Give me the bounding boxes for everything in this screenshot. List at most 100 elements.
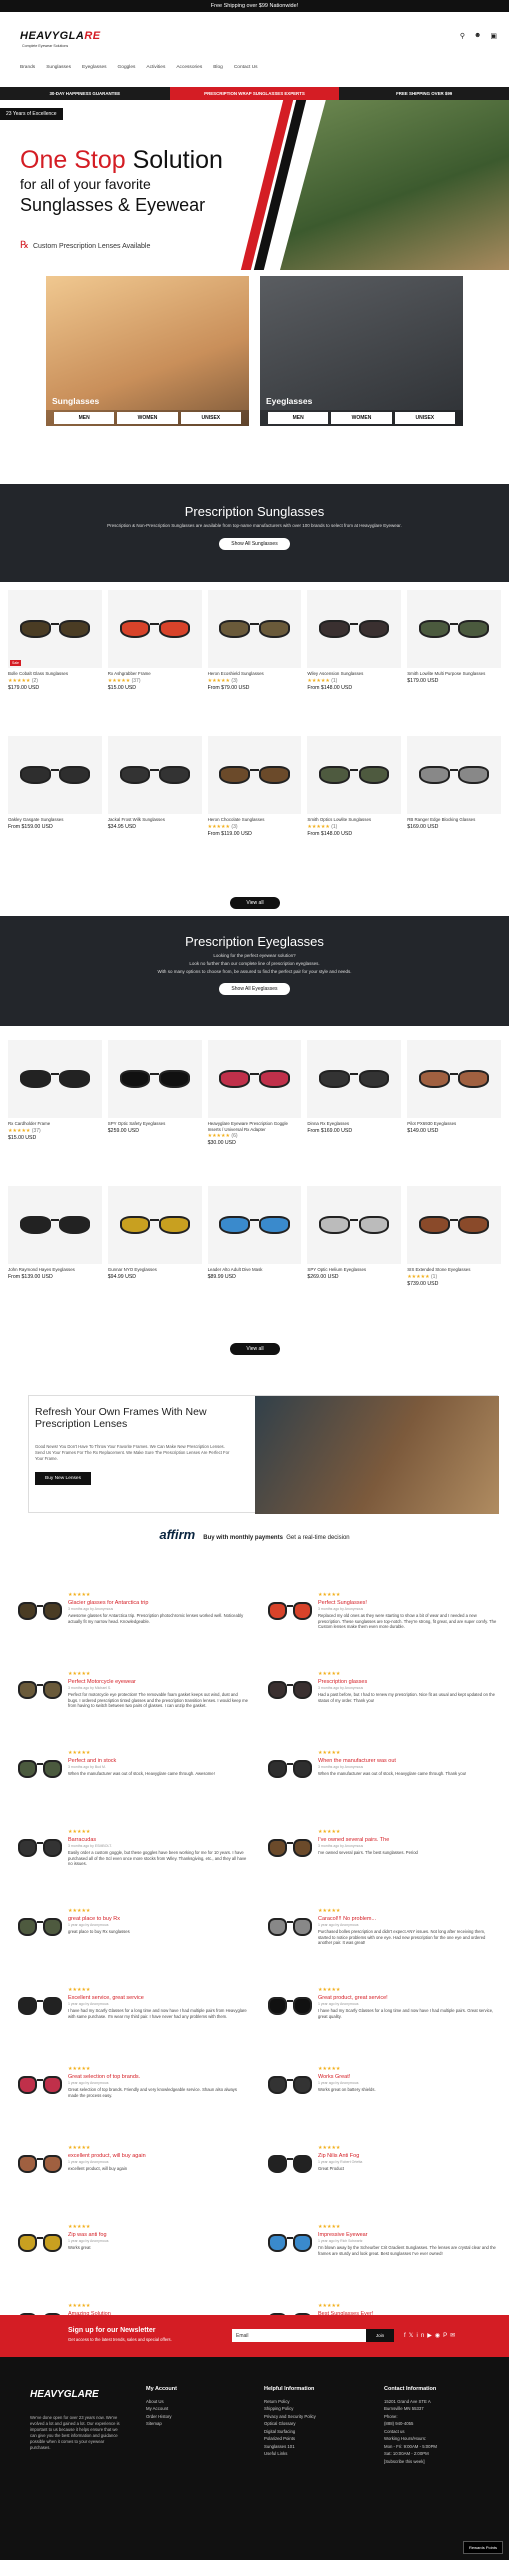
buy-new-lenses-button[interactable]: Buy New Lenses	[35, 1472, 91, 1485]
product-card[interactable]: Wiley Ascension Sunglasses ★★★★★ (1) From …	[307, 590, 402, 730]
review-product-thumb[interactable]	[268, 2232, 312, 2254]
product-card[interactable]: Smith Lowlite Multi Purpose Sunglasses $1…	[407, 590, 501, 730]
hero-banner[interactable]: 23 Years of Excellence One Stop Solution…	[0, 100, 509, 270]
nav-blog[interactable]: Blog	[213, 65, 223, 70]
nav-goggles[interactable]: Goggles	[118, 65, 136, 70]
tile-eyeglasses[interactable]: Eyeglasses MEN WOMEN UNISEX	[260, 276, 463, 426]
contact-line[interactable]: [Subscribe this week]	[384, 2458, 437, 2466]
tile-unisex-button[interactable]: UNISEX	[180, 412, 241, 424]
product-name[interactable]: John Raymond Hayes Eyeglasses	[8, 1267, 102, 1273]
product-image[interactable]	[8, 736, 102, 814]
show-all-eyeglasses-button[interactable]: Show All Eyeglasses	[219, 983, 290, 996]
product-card[interactable]: Leader Alto Adult Dive Mask $89.99 USD	[207, 1186, 302, 1326]
nav-sunglasses[interactable]: Sunglasses	[46, 65, 71, 70]
nav-contact[interactable]: Contact Us	[234, 65, 258, 70]
email-input[interactable]: Email	[232, 2329, 376, 2342]
product-card[interactable]: Heavyglare Eyeware Prescription Goggle I…	[207, 1040, 302, 1180]
product-card[interactable]: Heron Ecoshield Sunglasses ★★★★★ (3) From …	[207, 590, 302, 730]
footer-link[interactable]: Optical Glossary	[264, 2420, 316, 2428]
product-name[interactable]: Dinna Rx Eyeglasses	[307, 1121, 401, 1127]
footer-link[interactable]: Privacy and Security Policy	[264, 2413, 316, 2421]
footer-link[interactable]: Digital Surfacing	[264, 2428, 316, 2436]
product-card[interactable]: Gunnar NYO Eyeglasses $94.99 USD	[107, 1186, 202, 1326]
youtube-icon[interactable]: ▶	[427, 2333, 435, 2339]
product-image[interactable]	[207, 590, 302, 668]
product-card[interactable]: Heron Chocolate Sunglasses ★★★★★ (3) From …	[207, 736, 302, 876]
product-name[interactable]: SPY Optic Safety Eyeglasses	[108, 1121, 202, 1127]
user-icon[interactable]: ☻	[474, 32, 481, 40]
product-name[interactable]: Heavyglare Eyeware Prescription Goggle I…	[208, 1121, 302, 1132]
review-product-thumb[interactable]	[18, 2074, 62, 2096]
product-image[interactable]	[207, 1040, 302, 1118]
product-card[interactable]: Oakley Gasgate Sunglasses From $159.00 US…	[8, 736, 102, 876]
product-card[interactable]: Rx Cardholder Frame ★★★★★ (37) $15.00 USD	[8, 1040, 102, 1180]
review-product-thumb[interactable]	[268, 1758, 312, 1780]
footer-link[interactable]: Return Policy	[264, 2398, 316, 2406]
review-product-thumb[interactable]	[18, 1916, 62, 1938]
footer-link[interactable]: Sitemap	[146, 2420, 177, 2428]
product-image[interactable]	[107, 1186, 202, 1264]
review-product-thumb[interactable]	[268, 2153, 312, 2175]
rewards-points-button[interactable]: Rewards Points	[462, 2541, 503, 2554]
footer-link[interactable]: Polarized Points	[264, 2435, 316, 2443]
tile-women-button[interactable]: WOMEN	[117, 412, 178, 424]
review-product-thumb[interactable]	[268, 1600, 312, 1622]
product-name[interactable]: Gunnar NYO Eyeglasses	[108, 1267, 202, 1273]
contact-line[interactable]: Contact us	[384, 2428, 437, 2436]
product-name[interactable]: Wiley Ascension Sunglasses	[307, 671, 401, 677]
product-name[interactable]: Heron Chocolate Sunglasses	[208, 817, 302, 823]
product-image[interactable]: Sale	[8, 590, 102, 668]
footer-link[interactable]: Useful Links	[264, 2450, 316, 2458]
product-card[interactable]: SPY Optic Helium Eyeglasses $269.00 USD	[307, 1186, 402, 1326]
product-name[interactable]: Smith Optics Lowlite Sunglasses	[307, 817, 401, 823]
product-image[interactable]	[407, 736, 501, 814]
instagram-icon[interactable]: ◉	[435, 2333, 443, 2339]
footer-link[interactable]: My Account	[146, 2405, 177, 2413]
review-product-thumb[interactable]	[268, 1995, 312, 2017]
product-name[interactable]: SIS Extended Stone Eyeglasses	[407, 1267, 501, 1273]
product-card[interactable]: SPY Optic Safety Eyeglasses $259.00 USD	[107, 1040, 202, 1180]
x-icon[interactable]: 𝕏	[409, 2333, 417, 2339]
review-product-thumb[interactable]	[18, 1758, 62, 1780]
footer-link[interactable]: Shipping Policy	[264, 2405, 316, 2413]
product-card[interactable]: Dinna Rx Eyeglasses From $169.00 USD	[307, 1040, 402, 1180]
product-card[interactable]: Rx Ashgrabber Frame ★★★★★ (37) $15.00 USD	[107, 590, 202, 730]
product-card[interactable]: Pilot PX6930 Eyeglasses $149.00 USD	[407, 1040, 501, 1180]
tile-unisex-button[interactable]: UNISEX	[394, 412, 455, 424]
product-name[interactable]: Rx Cardholder Frame	[8, 1121, 102, 1127]
view-all-sunglasses-button[interactable]: View all	[230, 897, 280, 909]
tile-men-button[interactable]: MEN	[268, 412, 329, 424]
site-logo[interactable]: HEAVYGLARE	[20, 30, 101, 42]
product-name[interactable]: Smith Lowlite Multi Purpose Sunglasses	[407, 671, 501, 677]
nav-eyeglasses[interactable]: Eyeglasses	[82, 65, 107, 70]
product-name[interactable]: RB Ranger Edge Blocking Glasses	[407, 817, 501, 823]
hero-cta[interactable]: ℞ Custom Prescription Lenses Available	[20, 240, 150, 251]
product-image[interactable]	[8, 1186, 102, 1264]
product-image[interactable]	[107, 1040, 202, 1118]
tile-sunglasses[interactable]: Sunglasses MEN WOMEN UNISEX	[46, 276, 249, 426]
product-image[interactable]	[207, 1186, 302, 1264]
review-product-thumb[interactable]	[18, 2232, 62, 2254]
product-card[interactable]: Smith Optics Lowlite Sunglasses ★★★★★ (1)…	[307, 736, 402, 876]
product-name[interactable]: Bolle Cobalt Glass Sunglasses	[8, 671, 102, 677]
nav-accessories[interactable]: Accessories	[176, 65, 202, 70]
product-card[interactable]: John Raymond Hayes Eyeglasses From $139.0…	[8, 1186, 102, 1326]
product-image[interactable]	[407, 1186, 501, 1264]
search-icon[interactable]: ⚲	[460, 32, 465, 40]
review-product-thumb[interactable]	[18, 1679, 62, 1701]
footer-logo[interactable]: HEAVYGLARE	[30, 2389, 99, 2400]
footer-link[interactable]: Sunglasses 101	[264, 2443, 316, 2451]
product-image[interactable]	[407, 1040, 501, 1118]
product-image[interactable]	[307, 1040, 402, 1118]
show-all-sunglasses-button[interactable]: Show All Sunglasses	[219, 537, 290, 550]
footer-link[interactable]: Order History	[146, 2413, 177, 2421]
product-image[interactable]	[207, 736, 302, 814]
product-name[interactable]: Rx Ashgrabber Frame	[108, 671, 202, 677]
tile-men-button[interactable]: MEN	[54, 412, 115, 424]
review-product-thumb[interactable]	[268, 1916, 312, 1938]
product-name[interactable]: Jackal Frost Wilk Sunglasses	[108, 817, 202, 823]
view-all-eyeglasses-button[interactable]: View all	[230, 1343, 280, 1355]
product-card[interactable]: SIS Extended Stone Eyeglasses ★★★★★ (1) $7…	[407, 1186, 501, 1326]
product-card[interactable]: Sale Bolle Cobalt Glass Sunglasses ★★★★★ (…	[8, 590, 102, 730]
review-product-thumb[interactable]	[18, 1837, 62, 1859]
